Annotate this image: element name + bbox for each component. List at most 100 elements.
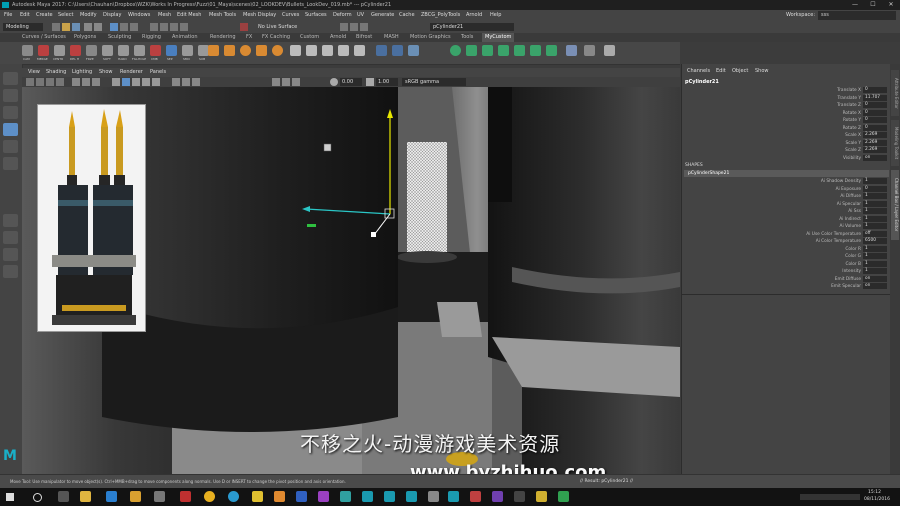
attr-value[interactable]: 6500: [863, 238, 887, 244]
app-teal-icon[interactable]: [340, 491, 351, 502]
select-tool-icon[interactable]: [3, 72, 18, 85]
magnet-icon[interactable]: [240, 23, 248, 31]
chrome-icon[interactable]: [204, 491, 215, 502]
app-orange-icon[interactable]: [274, 491, 285, 502]
attr-value[interactable]: 0: [863, 102, 887, 108]
channel-box-menu-object[interactable]: Object: [732, 68, 748, 74]
windows-start-icon[interactable]: [6, 493, 14, 501]
move-tool-icon[interactable]: [3, 123, 18, 136]
select-component-icon[interactable]: [130, 23, 138, 31]
attr-ai-diffuse[interactable]: Ai Diffuse 1: [682, 193, 891, 200]
app-yellow-icon[interactable]: [252, 491, 263, 502]
search-icon[interactable]: [33, 493, 42, 502]
attr-value[interactable]: 1: [863, 200, 887, 207]
attr-value[interactable]: 1: [863, 260, 887, 267]
bookmark-icon[interactable]: [46, 78, 54, 86]
attr-value[interactable]: 0: [863, 124, 887, 131]
outliner-view-icon[interactable]: [3, 265, 18, 278]
ao-icon[interactable]: [282, 78, 290, 86]
bridge-icon[interactable]: [322, 45, 333, 56]
tab-polygons[interactable]: Polygons: [74, 33, 96, 42]
shape-name-row[interactable]: pCylinderShape21: [684, 170, 889, 177]
menu-uv[interactable]: UV: [357, 10, 364, 21]
tab-mycustom[interactable]: MyCustom: [482, 33, 515, 42]
attr-scale-y[interactable]: Scale Y 2.269: [682, 139, 891, 147]
gamma-field[interactable]: 1.00: [376, 78, 398, 86]
channel-box-object-name[interactable]: pCylinder21: [685, 79, 719, 85]
tab-sculpting[interactable]: Sculpting: [108, 33, 131, 42]
app-yellow2-icon[interactable]: [536, 491, 547, 502]
attr-ai-specular[interactable]: Ai Specular 1: [682, 200, 891, 208]
green-mesh-light-icon[interactable]: [514, 45, 525, 56]
menu-modify[interactable]: Modify: [80, 10, 97, 21]
attr-value[interactable]: off: [863, 230, 887, 237]
channel-box-menu-channels[interactable]: Channels: [687, 68, 710, 74]
tab-animation[interactable]: Animation: [172, 33, 198, 42]
render-frame-icon[interactable]: [340, 23, 348, 31]
colorspace-dropdown[interactable]: sRGB gamma: [402, 78, 466, 86]
edge-icon[interactable]: [106, 491, 117, 502]
explorer-icon[interactable]: [80, 491, 91, 502]
tab-tools[interactable]: Tools: [461, 33, 473, 42]
grid-icon[interactable]: [584, 45, 595, 56]
attr-value[interactable]: 1: [863, 208, 887, 214]
close-button[interactable]: ✕: [882, 0, 900, 10]
tab-rendering[interactable]: Rendering: [210, 33, 236, 42]
lights-icon[interactable]: [142, 78, 150, 86]
delete-history-icon[interactable]: [70, 45, 81, 56]
harden-edge-icon[interactable]: [118, 45, 129, 56]
aa-icon[interactable]: [272, 78, 280, 86]
object-name-field[interactable]: pCylinder21: [430, 23, 514, 31]
bevel-icon[interactable]: [306, 45, 317, 56]
attr-value[interactable]: 1: [863, 193, 887, 199]
torus-orange-icon[interactable]: [272, 45, 283, 56]
attr-translate-z[interactable]: Translate Z0: [682, 102, 891, 109]
pivot-marker[interactable]: [323, 143, 332, 152]
xray-joints-icon[interactable]: [192, 78, 200, 86]
menu-windows[interactable]: Windows: [128, 10, 150, 21]
single-view-icon[interactable]: [3, 214, 18, 227]
attr-ai-color-temperature[interactable]: Ai Color Temperature 6500: [682, 238, 891, 245]
arnold-render-icon[interactable]: [392, 45, 403, 56]
menu-create[interactable]: Create: [36, 10, 53, 21]
manip-plane-handle[interactable]: [307, 224, 316, 227]
freeze-transform-icon[interactable]: [86, 45, 97, 56]
shadows-icon[interactable]: [152, 78, 160, 86]
attr-color-b[interactable]: Color B1: [682, 260, 891, 268]
smooth-icon[interactable]: [182, 45, 193, 56]
cube-orange-icon[interactable]: [208, 45, 219, 56]
attr-rotate-y[interactable]: Rotate Y0: [682, 117, 891, 124]
textured-icon[interactable]: [132, 78, 140, 86]
attr-value[interactable]: 0: [863, 185, 887, 192]
tab-arnold[interactable]: Arnold: [330, 33, 346, 42]
tab-mash[interactable]: MASH: [384, 33, 399, 42]
store-icon[interactable]: [154, 491, 165, 502]
maya-taskbar-icon-3[interactable]: [406, 491, 417, 502]
attr-emit-diffuse[interactable]: Emit Diffuse on: [682, 275, 891, 283]
arnold-skydome-icon[interactable]: [408, 45, 419, 56]
attr-translate-x[interactable]: Translate X0: [682, 87, 891, 94]
green-sky-icon[interactable]: [546, 45, 557, 56]
premiere-icon[interactable]: [318, 491, 329, 502]
plane-orange-icon[interactable]: [256, 45, 267, 56]
mode-dropdown[interactable]: Modeling: [3, 23, 43, 31]
workspace-dropdown[interactable]: sss: [818, 11, 896, 20]
menu-edit-mesh[interactable]: Edit Mesh: [177, 10, 201, 21]
tab-fx-caching[interactable]: FX Caching: [262, 33, 290, 42]
image-plane-icon[interactable]: [56, 78, 64, 86]
attr-value[interactable]: 2.269: [863, 147, 887, 153]
attr-scale-x[interactable]: Scale X 2.269: [682, 132, 891, 139]
render-settings-icon[interactable]: [360, 23, 368, 31]
app-blue-icon[interactable]: [296, 491, 307, 502]
fill-hole-icon[interactable]: [134, 45, 145, 56]
tab-rigging[interactable]: Rigging: [142, 33, 161, 42]
menu-display[interactable]: Display: [103, 10, 121, 21]
attr-value[interactable]: 2.269: [863, 132, 887, 138]
minimize-button[interactable]: —: [846, 0, 864, 10]
manip-z-handle[interactable]: [371, 232, 376, 237]
attr-ai-use-color-temperature[interactable]: Ai Use Color Temperature off: [682, 230, 891, 238]
resolution-gate-icon[interactable]: [92, 78, 100, 86]
tab-modeling-toolkit[interactable]: Modeling Toolkit: [891, 120, 899, 166]
menu-mesh[interactable]: Mesh: [158, 10, 171, 21]
soften-edge-icon[interactable]: [102, 45, 113, 56]
